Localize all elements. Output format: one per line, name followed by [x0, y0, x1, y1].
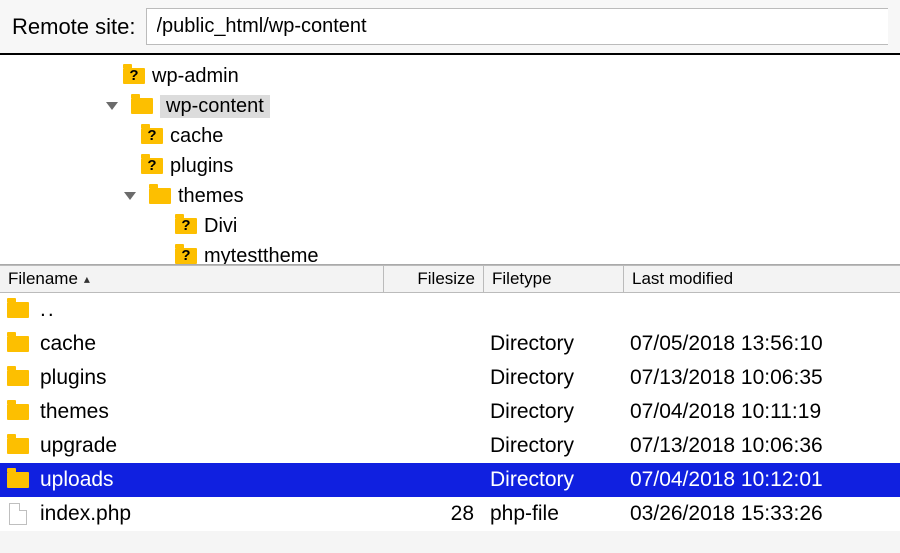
column-filesize-label: Filesize — [417, 269, 475, 289]
column-last-modified-label: Last modified — [632, 269, 733, 289]
column-filetype-label: Filetype — [492, 269, 552, 289]
file-name: uploads — [40, 468, 114, 492]
tree-item[interactable]: cache — [0, 121, 900, 151]
folder-unknown-icon — [141, 128, 163, 144]
file-list-row[interactable]: uploads Directory07/04/2018 10:12:01 — [0, 463, 900, 497]
file-list-row[interactable]: themes Directory07/04/2018 10:11:19 — [0, 395, 900, 429]
tree-item-label: wp-content — [160, 95, 270, 118]
file-name: .. — [40, 298, 56, 322]
file-list-row[interactable]: upgrade Directory07/13/2018 10:06:36 — [0, 429, 900, 463]
tree-item[interactable]: mytesttheme — [0, 241, 900, 265]
file-modified: 07/04/2018 10:12:01 — [624, 468, 900, 492]
remote-site-header: Remote site: — [0, 0, 900, 55]
tree-item-label: cache — [170, 125, 223, 148]
file-name: upgrade — [40, 434, 117, 458]
folder-unknown-icon — [175, 248, 197, 264]
folder-unknown-icon — [141, 158, 163, 174]
tree-item[interactable]: plugins — [0, 151, 900, 181]
tree-item[interactable]: themes — [0, 181, 900, 211]
tree-item[interactable]: Divi — [0, 211, 900, 241]
column-filename[interactable]: Filename ▴ — [0, 266, 384, 292]
column-filename-label: Filename — [8, 269, 78, 289]
file-modified: 07/04/2018 10:11:19 — [624, 400, 900, 424]
file-size: 28 — [384, 502, 484, 526]
file-type: Directory — [484, 400, 624, 424]
column-filetype[interactable]: Filetype — [484, 266, 624, 292]
file-type: Directory — [484, 468, 624, 492]
file-list-row[interactable]: cache Directory07/05/2018 13:56:10 — [0, 327, 900, 361]
tree-item-label: themes — [178, 185, 244, 208]
file-name: themes — [40, 400, 109, 424]
file-list-body: ..cacheDirectory07/05/2018 13:56:10plugi… — [0, 293, 900, 531]
column-last-modified[interactable]: Last modified — [624, 266, 900, 292]
file-name: cache — [40, 332, 96, 356]
folder-icon — [7, 302, 29, 318]
file-modified: 07/13/2018 10:06:36 — [624, 434, 900, 458]
file-modified: 07/05/2018 13:56:10 — [624, 332, 900, 356]
file-type: php-file — [484, 502, 624, 526]
tree-item[interactable]: wp-admin — [0, 61, 900, 91]
file-type: Directory — [484, 366, 624, 390]
file-list-header: Filename ▴ Filesize Filetype Last modifi… — [0, 265, 900, 293]
folder-icon — [7, 404, 29, 420]
file-list-pane: Filename ▴ Filesize Filetype Last modifi… — [0, 265, 900, 531]
file-list-row[interactable]: index.php 28php-file03/26/2018 15:33:26 — [0, 497, 900, 531]
folder-unknown-icon — [123, 68, 145, 84]
file-list-row[interactable]: .. — [0, 293, 900, 327]
folder-icon — [149, 188, 171, 204]
tree-item[interactable]: wp-content — [0, 91, 900, 121]
tree-item-label: plugins — [170, 155, 233, 178]
folder-icon — [7, 438, 29, 454]
file-type: Directory — [484, 332, 624, 356]
tree-item-label: mytesttheme — [204, 245, 318, 266]
tree-item-label: Divi — [204, 215, 237, 238]
file-icon — [9, 503, 27, 525]
tree-item-label: wp-admin — [152, 65, 239, 88]
folder-unknown-icon — [175, 218, 197, 234]
file-name: plugins — [40, 366, 107, 390]
remote-path-input[interactable] — [146, 8, 889, 45]
directory-tree-pane: wp-admin wp-content cache plugins themes Divi… — [0, 55, 900, 265]
folder-icon — [7, 472, 29, 488]
file-type: Directory — [484, 434, 624, 458]
file-modified: 03/26/2018 15:33:26 — [624, 502, 900, 526]
file-modified: 07/13/2018 10:06:35 — [624, 366, 900, 390]
sort-ascending-icon: ▴ — [84, 272, 90, 286]
folder-icon — [7, 370, 29, 386]
file-list-row[interactable]: plugins Directory07/13/2018 10:06:35 — [0, 361, 900, 395]
folder-icon — [7, 336, 29, 352]
expand-arrow-icon[interactable] — [100, 96, 124, 116]
remote-site-label: Remote site: — [12, 14, 136, 40]
expand-arrow-icon[interactable] — [118, 186, 142, 206]
column-filesize[interactable]: Filesize — [384, 266, 484, 292]
file-name: index.php — [40, 502, 131, 526]
folder-icon — [131, 98, 153, 114]
